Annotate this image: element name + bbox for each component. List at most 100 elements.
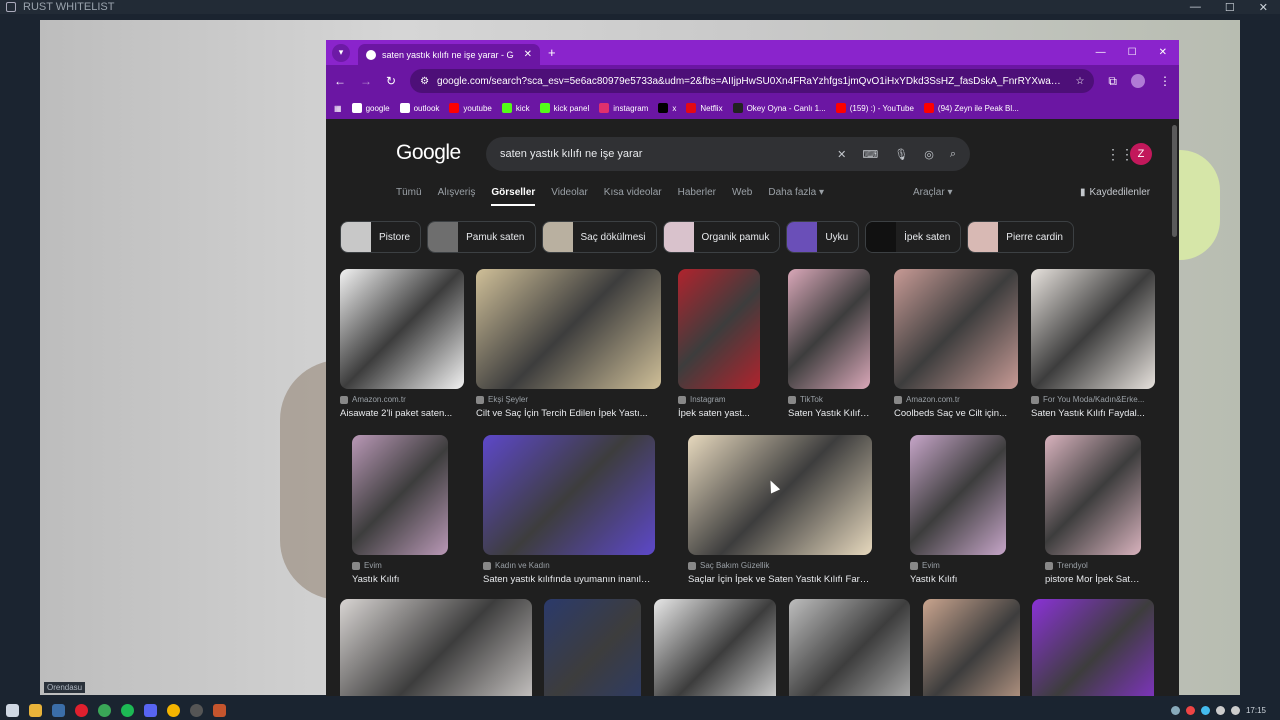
tray-icon[interactable]: [1170, 705, 1180, 715]
result-title[interactable]: pistore Mor İpek Saten Y...: [1045, 574, 1141, 585]
menu-kebab-icon[interactable]: ⋮: [1159, 74, 1171, 88]
result-thumbnail[interactable]: [688, 435, 872, 555]
image-result-card[interactable]: Evim Yastık Kılıfı: [910, 435, 1006, 585]
result-thumbnail[interactable]: [340, 269, 464, 389]
forward-arrow-icon[interactable]: →: [360, 74, 372, 88]
result-thumbnail[interactable]: [1045, 435, 1141, 555]
search-input[interactable]: saten yastık kılıfı ne işe yarar: [500, 148, 642, 160]
bookmark-star-icon[interactable]: ☆: [1065, 76, 1084, 87]
image-result-card[interactable]: Ekşi Şeyler Cilt ve Saç İçin Tercih Edile…: [476, 269, 661, 419]
search-box[interactable]: saten yastık kılıfı ne işe yarar ✕ ⌨ 🎙 ◎…: [486, 137, 970, 171]
wifi-icon[interactable]: [1215, 705, 1225, 715]
maximize-button[interactable]: ☐: [1128, 47, 1137, 58]
address-bar[interactable]: ⚙ google.com/search?sca_esv=5e6ac80979e5…: [410, 69, 1095, 93]
result-thumbnail[interactable]: [483, 435, 655, 555]
result-thumbnail[interactable]: [340, 599, 532, 696]
result-thumbnail[interactable]: [910, 435, 1006, 555]
apps-grid-icon[interactable]: ▦: [334, 104, 342, 113]
file-explorer-icon[interactable]: [29, 703, 42, 717]
active-tab[interactable]: saten yastık kılıfı ne işe yarar - Googl…: [358, 44, 540, 65]
chrome-icon[interactable]: [98, 703, 111, 717]
image-result-card[interactable]: Kadın ve Kadın Saten yastık kılıfında uyu…: [483, 435, 655, 585]
result-title[interactable]: Saten yastık kılıfında uyumanın inanılm.…: [483, 574, 655, 585]
result-thumbnail[interactable]: [789, 599, 910, 696]
bookmark-item[interactable]: kick: [501, 103, 530, 113]
tab-close-button[interactable]: ✕: [524, 49, 532, 60]
outer-minimize-button[interactable]: —: [1190, 1, 1201, 14]
refinement-chip[interactable]: Pamuk saten: [427, 221, 536, 253]
result-thumbnail[interactable]: [1032, 599, 1154, 696]
image-result-card[interactable]: [1032, 599, 1154, 696]
tools-button[interactable]: Araçlar ▾: [913, 187, 952, 198]
start-icon[interactable]: [6, 703, 19, 717]
refinement-chip[interactable]: Uyku: [786, 221, 860, 253]
search-tab[interactable]: Web: [732, 187, 752, 206]
new-tab-button[interactable]: +: [548, 45, 556, 60]
bookmark-item[interactable]: youtube: [449, 103, 492, 113]
search-tab[interactable]: Tümü: [396, 187, 422, 206]
outer-maximize-button[interactable]: ☐: [1225, 1, 1235, 14]
image-result-card[interactable]: Trendyol pistore Mor İpek Saten Y...: [1045, 435, 1141, 585]
rust-icon[interactable]: [213, 703, 226, 717]
image-result-card[interactable]: Amazon.com.tr Coolbeds Saç ve Cilt için..…: [894, 269, 1018, 419]
image-result-card[interactable]: Instagram İpek saten yast...: [678, 269, 760, 419]
volume-icon[interactable]: [1230, 705, 1240, 715]
image-result-card[interactable]: For You Moda/Kadın&Erke... Saten Yastık K…: [1031, 269, 1155, 419]
lens-icon[interactable]: ◎: [924, 148, 934, 161]
refinement-chip[interactable]: Pistore: [340, 221, 422, 253]
tray-icon[interactable]: [1185, 705, 1195, 715]
result-thumbnail[interactable]: [923, 599, 1020, 696]
image-result-card[interactable]: [923, 599, 1020, 696]
result-thumbnail[interactable]: [476, 269, 661, 389]
bookmark-item[interactable]: x: [658, 103, 676, 113]
search-tab[interactable]: Haberler: [678, 187, 716, 206]
search-tab[interactable]: Alışveriş: [438, 187, 476, 206]
site-info-icon[interactable]: ⚙: [420, 76, 429, 87]
result-title[interactable]: Coolbeds Saç ve Cilt için...: [894, 408, 1018, 419]
spotify-icon[interactable]: [121, 703, 134, 717]
minimize-button[interactable]: —: [1096, 47, 1106, 58]
microphone-icon[interactable]: 🎙: [894, 148, 908, 161]
profile-avatar[interactable]: [1131, 74, 1145, 88]
saved-link[interactable]: ▮ Kaydedilenler: [1080, 187, 1150, 198]
image-result-card[interactable]: [340, 599, 532, 696]
bookmark-item[interactable]: (94) Zeyn ile Peak Bl...: [923, 103, 1019, 113]
image-result-card[interactable]: Saç Bakım Güzellik Saçlar İçin İpek ve Sa…: [688, 435, 872, 585]
keyboard-icon[interactable]: ⌨: [862, 148, 878, 161]
clock[interactable]: 17:15: [1246, 706, 1266, 715]
back-arrow-icon[interactable]: ←: [334, 74, 346, 88]
page-scrollbar[interactable]: [1172, 125, 1177, 237]
opera-icon[interactable]: [75, 703, 88, 717]
image-result-card[interactable]: TikTok Saten Yastık Kılıfı ...: [788, 269, 870, 419]
image-result-card[interactable]: [789, 599, 910, 696]
result-thumbnail[interactable]: [894, 269, 1018, 389]
search-tab[interactable]: Görseller: [491, 187, 536, 206]
result-thumbnail[interactable]: [544, 599, 641, 696]
clear-icon[interactable]: ✕: [837, 148, 846, 161]
discord-icon[interactable]: [144, 703, 157, 717]
search-tab[interactable]: Kısa videolar: [604, 187, 662, 206]
search-icon[interactable]: ⌕: [950, 148, 956, 161]
refinement-chip[interactable]: Pierre cardin: [967, 221, 1074, 253]
obs-icon[interactable]: [190, 703, 203, 717]
bookmark-item[interactable]: Netflix: [686, 103, 723, 113]
result-thumbnail[interactable]: [352, 435, 448, 555]
image-result-card[interactable]: [654, 599, 776, 696]
tab-search-button[interactable]: ▾: [332, 43, 350, 62]
outer-close-button[interactable]: ✕: [1259, 1, 1268, 14]
result-title[interactable]: İpek saten yast...: [678, 408, 760, 419]
image-result-card[interactable]: Evim Yastık Kılıfı: [352, 435, 448, 585]
bookmark-item[interactable]: instagram: [599, 103, 648, 113]
tray-icon[interactable]: [1200, 705, 1210, 715]
google-logo[interactable]: Google: [396, 141, 461, 165]
result-title[interactable]: Cilt ve Saç İçin Tercih Edilen İpek Yast…: [476, 408, 661, 419]
account-avatar[interactable]: Z: [1130, 143, 1152, 165]
chrome-active-icon[interactable]: [167, 703, 180, 717]
result-title[interactable]: Saten Yastık Kılıfı ...: [788, 408, 870, 419]
result-thumbnail[interactable]: [654, 599, 776, 696]
result-title[interactable]: Saçlar İçin İpek ve Saten Yastık Kılıfı …: [688, 574, 872, 585]
bookmark-item[interactable]: kick panel: [539, 103, 589, 113]
refinement-chip[interactable]: Saç dökülmesi: [541, 221, 657, 253]
close-button[interactable]: ✕: [1159, 47, 1167, 58]
steam-icon[interactable]: [52, 703, 65, 717]
